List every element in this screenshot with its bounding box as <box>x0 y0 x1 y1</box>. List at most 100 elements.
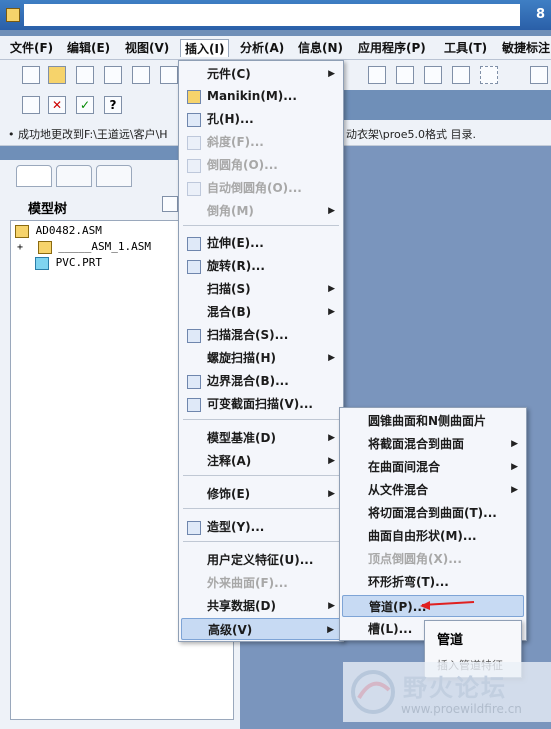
menu-item-section-to-surface[interactable]: 将截面混合到曲面 ▶ <box>342 433 524 455</box>
menu-item-round: 倒圆角(O)... <box>181 154 341 176</box>
menu-item-extrude[interactable]: 拉伸(E)... <box>181 232 341 254</box>
menu-item-style[interactable]: 造型(Y)... <box>181 516 341 538</box>
style-icon <box>187 521 201 535</box>
part-icon <box>35 256 49 270</box>
menu-separator <box>183 475 339 476</box>
tree-row-label: AD0482.ASM <box>35 224 102 237</box>
menu-item-conic-nsided[interactable]: 圆锥曲面和N侧曲面片 <box>342 410 524 432</box>
save-copy-icon[interactable] <box>104 66 122 84</box>
sketch-icon[interactable] <box>22 96 40 114</box>
menu-item-draft: 斜度(F)... <box>181 131 341 153</box>
app-icon <box>6 8 20 22</box>
menu-item-toroidal-bend[interactable]: 环形折弯(T)... <box>342 571 524 593</box>
menu-item-component[interactable]: 元件(C) ▶ <box>181 63 341 85</box>
tree-settings-icon[interactable] <box>162 196 178 212</box>
menu-item-chamfer: 倒角(M) ▶ <box>207 204 335 218</box>
tree-row-part[interactable]: PVC.PRT <box>35 256 102 270</box>
menu-item-blend[interactable]: 混合(B) ▶ <box>181 301 341 323</box>
tab-folder-browser[interactable] <box>56 165 92 187</box>
menu-separator <box>183 419 339 420</box>
datum-display-icon[interactable] <box>530 66 548 84</box>
paste-icon[interactable] <box>368 66 386 84</box>
title-redaction <box>24 4 520 26</box>
open-folder-icon[interactable] <box>48 66 66 84</box>
menu-item-boundary-blend[interactable]: 边界混合(B)... <box>181 370 341 392</box>
title-bar: 8 <box>0 0 551 30</box>
new-file-icon[interactable] <box>22 66 40 84</box>
menu-bar: 文件(F) 编辑(E) 视图(V) 插入(I) 分析(A) 信息(N) 应用程序… <box>0 36 551 60</box>
menu-analysis[interactable]: 分析(A) <box>236 39 288 57</box>
assembly-icon <box>15 224 29 238</box>
revolve-icon <box>187 260 201 274</box>
menu-item-vertex-round: 顶点倒圆角(X)... <box>368 552 462 566</box>
menu-separator <box>183 541 339 542</box>
menu-info[interactable]: 信息(N) <box>294 39 347 57</box>
menu-item-foreign-surface: 外来曲面(F)... <box>207 576 288 590</box>
menu-item-revolve[interactable]: 旋转(R)... <box>181 255 341 277</box>
insert-menu: 元件(C) ▶ Manikin(M)... 孔(H)... 斜度(F)... 倒圆… <box>178 60 344 642</box>
model-tree-title: 模型树 <box>28 202 68 217</box>
forum-logo-icon <box>351 670 395 714</box>
help-icon[interactable]: ? <box>104 96 122 114</box>
tab-model-tree[interactable] <box>16 165 52 187</box>
tree-row-subassembly[interactable]: + _____ASM_1.ASM <box>17 240 151 254</box>
print-icon[interactable] <box>132 66 150 84</box>
menu-smart-dimension[interactable]: 敏捷标注 <box>498 39 551 57</box>
watermark-brand: 野火论坛 <box>403 674 507 702</box>
expand-icon[interactable]: + <box>17 242 25 253</box>
menu-item-hole[interactable]: 孔(H)... <box>181 108 341 130</box>
variable-sweep-icon <box>187 398 201 412</box>
menu-item-swept-blend[interactable]: 扫描混合(S)... <box>181 324 341 346</box>
menu-item-blend-between-surfaces[interactable]: 在曲面间混合 ▶ <box>342 456 524 478</box>
select-box-icon[interactable] <box>480 66 498 84</box>
forum-watermark: 野火论坛 www.proewildfire.cn <box>343 662 551 722</box>
extrude-icon <box>187 237 201 251</box>
menu-item-sweep[interactable]: 扫描(S) ▶ <box>181 278 341 300</box>
menu-insert[interactable]: 插入(I) <box>180 39 230 57</box>
round-icon <box>187 159 201 173</box>
red-arrow-annotation <box>420 601 475 610</box>
draft-icon <box>187 136 201 150</box>
menu-item-shared-data[interactable]: 共享数据(D) ▶ <box>181 595 341 617</box>
menu-separator <box>183 508 339 509</box>
assembly-icon <box>37 240 52 254</box>
regenerate-manager-icon[interactable] <box>424 66 442 84</box>
menu-item-surface-freeform[interactable]: 曲面自由形状(M)... <box>342 525 524 547</box>
tree-row-label: PVC.PRT <box>55 256 102 269</box>
status-message-tail: 动衣架\proe5.0格式 目录. <box>346 128 476 141</box>
tree-row-root[interactable]: AD0482.ASM <box>15 224 102 238</box>
menu-item-cosmetic[interactable]: 修饰(E) ▶ <box>181 483 341 505</box>
menu-item-tangent-blend[interactable]: 将切面混合到曲面(T)... <box>342 502 524 524</box>
toolbar-secondary: ✕ ✓ ? <box>0 90 180 120</box>
status-message: • 成功地更改到F:\王道远\客户\H <box>8 128 168 141</box>
menu-item-manikin[interactable]: Manikin(M)... <box>181 85 341 107</box>
auto-round-icon <box>187 182 201 196</box>
window-icon[interactable] <box>160 66 178 84</box>
menu-separator <box>183 225 339 226</box>
menu-item-model-datum[interactable]: 模型基准(D) ▶ <box>181 427 341 449</box>
menu-applications[interactable]: 应用程序(P) <box>354 39 430 57</box>
close-window-icon[interactable]: ✕ <box>48 96 66 114</box>
tab-favorites[interactable] <box>96 165 132 187</box>
save-icon[interactable] <box>76 66 94 84</box>
menu-file[interactable]: 文件(F) <box>6 39 57 57</box>
menu-item-helical-sweep[interactable]: 螺旋扫描(H) ▶ <box>181 347 341 369</box>
hole-icon <box>187 113 201 127</box>
menu-item-auto-round: 自动倒圆角(O)... <box>181 177 341 199</box>
accept-icon[interactable]: ✓ <box>76 96 94 114</box>
menu-item-advanced[interactable]: 高级(V) ▶ <box>181 618 341 640</box>
menu-tools[interactable]: 工具(T) <box>440 39 491 57</box>
swept-blend-icon <box>187 329 201 343</box>
menu-item-blend-from-file[interactable]: 从文件混合 ▶ <box>342 479 524 501</box>
title-suffix: 8 <box>535 7 545 22</box>
menu-item-variable-section-sweep[interactable]: 可变截面扫描(V)... <box>181 393 341 415</box>
menu-view[interactable]: 视图(V) <box>121 39 173 57</box>
tooltip-title: 管道 <box>437 633 464 648</box>
regenerate-icon[interactable] <box>396 66 414 84</box>
menu-edit[interactable]: 编辑(E) <box>63 39 114 57</box>
menu-item-annotation[interactable]: 注释(A) ▶ <box>181 450 341 472</box>
find-icon[interactable] <box>452 66 470 84</box>
watermark-url: www.proewildfire.cn <box>401 702 522 716</box>
menu-item-udf[interactable]: 用户定义特征(U)... <box>181 549 341 571</box>
boundary-blend-icon <box>187 375 201 389</box>
